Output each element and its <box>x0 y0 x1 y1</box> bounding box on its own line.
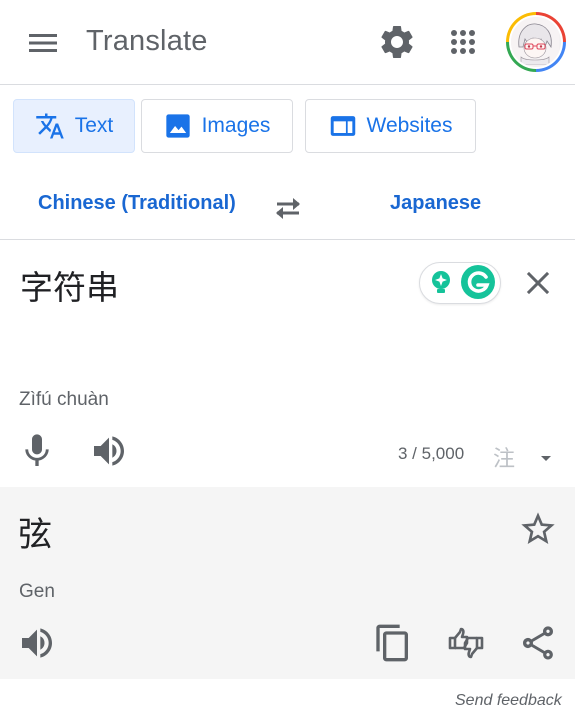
source-text-input[interactable]: 字符串 <box>20 261 119 309</box>
source-panel: 字符串 Zìfú chuàn 3 / 5,000 注 <box>0 241 575 487</box>
translation-romanization: Gen <box>19 581 55 602</box>
image-icon <box>164 112 192 140</box>
gear-icon[interactable] <box>377 22 417 62</box>
chevron-down-icon[interactable] <box>534 446 558 470</box>
translation-panel: 弦 Gen <box>0 487 575 679</box>
star-icon[interactable] <box>518 509 558 549</box>
source-listen-icon[interactable] <box>89 431 129 471</box>
avatar-image <box>511 17 561 67</box>
copy-icon[interactable] <box>373 623 413 663</box>
translate-icon <box>35 111 65 141</box>
source-romanization: Zìfú chuàn <box>19 389 109 410</box>
target-language-button[interactable]: Japanese <box>390 192 481 215</box>
grammarly-logo-icon <box>461 265 495 299</box>
tab-images[interactable]: Images <box>141 99 293 153</box>
translation-text: 弦 <box>18 515 52 555</box>
microphone-icon[interactable] <box>17 431 57 471</box>
apps-grid-icon[interactable] <box>443 22 483 62</box>
tab-websites[interactable]: Websites <box>305 99 476 153</box>
swap-icon[interactable] <box>268 188 308 228</box>
source-language-button[interactable]: Chinese (Traditional) <box>38 192 236 215</box>
rate-translation-icon[interactable] <box>446 623 486 663</box>
tab-images-label: Images <box>201 114 271 137</box>
share-icon[interactable] <box>518 623 558 663</box>
tab-websites-label: Websites <box>366 114 453 137</box>
tab-text[interactable]: Text <box>13 99 135 153</box>
send-feedback-link[interactable]: Send feedback <box>455 692 562 710</box>
website-icon <box>329 112 357 140</box>
input-method-button[interactable]: 注 <box>493 441 515 473</box>
character-count: 3 / 5,000 <box>398 444 465 463</box>
language-selector-row: Chinese (Traditional) Japanese <box>0 176 575 240</box>
grammarly-bulb-icon <box>432 271 450 293</box>
tab-text-label: Text <box>74 114 114 137</box>
close-icon[interactable] <box>518 263 558 303</box>
grammarly-widget[interactable] <box>419 262 501 304</box>
menu-icon[interactable] <box>23 23 63 63</box>
avatar[interactable] <box>506 12 566 72</box>
app-header: Translate <box>0 0 575 85</box>
app-title: Translate <box>86 25 208 57</box>
translation-listen-icon[interactable] <box>17 623 57 663</box>
